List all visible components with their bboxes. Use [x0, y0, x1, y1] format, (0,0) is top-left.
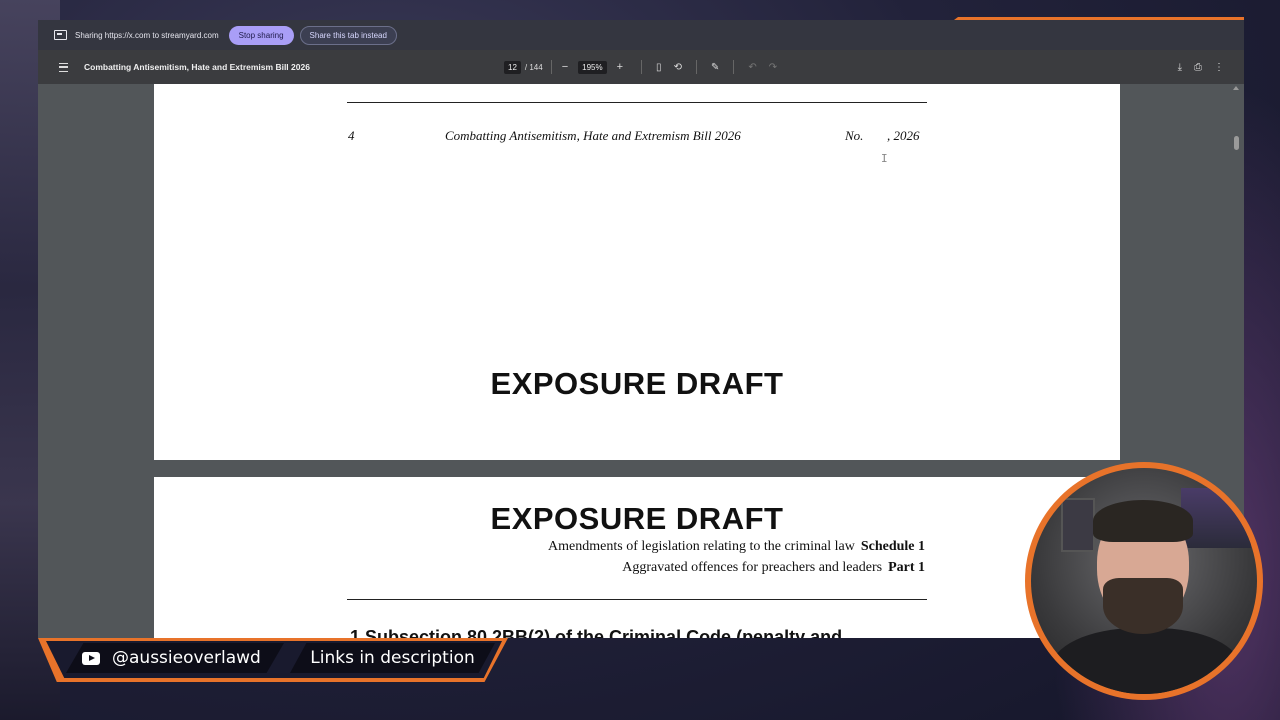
- zoom-level-input[interactable]: 195%: [578, 60, 607, 74]
- webcam-feed: [1031, 468, 1257, 694]
- menu-icon[interactable]: [59, 62, 68, 72]
- download-icon[interactable]: ⤓: [1178, 62, 1182, 73]
- zoom-in-button[interactable]: +: [617, 61, 623, 73]
- header-bill-title: Combatting Antisemitism, Hate and Extrem…: [445, 128, 741, 143]
- links-text: Links in description: [310, 648, 475, 668]
- zoom-out-button[interactable]: −: [562, 61, 568, 73]
- presenter-shirt: [1051, 628, 1241, 694]
- social-handle-banner: @aussieoverlawd: [66, 643, 284, 673]
- header-rule: [347, 102, 927, 103]
- toolbar-divider: [641, 60, 643, 74]
- pdf-page: 4 Combatting Antisemitism, Hate and Extr…: [154, 84, 1120, 460]
- schedule-label: Schedule 1: [860, 539, 925, 554]
- presenter-hair: [1093, 500, 1193, 542]
- redo-icon[interactable]: ↷: [769, 62, 777, 73]
- exposure-draft-watermark: EXPOSURE DRAFT: [490, 501, 784, 536]
- header-bill-year: , 2026: [887, 128, 920, 143]
- page-total: / 144: [524, 62, 543, 72]
- document-title: Combatting Antisemitism, Hate and Extrem…: [84, 62, 310, 72]
- header-bill-no: No.: [845, 128, 864, 143]
- toolbar-divider: [695, 60, 697, 74]
- links-banner: Links in description: [290, 643, 495, 673]
- share-this-tab-button[interactable]: Share this tab instead: [299, 25, 397, 45]
- exposure-draft-watermark: EXPOSURE DRAFT: [490, 366, 784, 401]
- part-header-line: Aggravated offences for preachers and le…: [622, 560, 925, 576]
- header-rule: [347, 599, 927, 600]
- more-options-icon[interactable]: ⋮: [1214, 62, 1224, 73]
- undo-icon[interactable]: ↶: [748, 62, 756, 73]
- section-heading: 1 Subsection 80.2BB(2) of the Criminal C…: [350, 627, 843, 638]
- channel-handle: @aussieoverlawd: [112, 648, 261, 668]
- presenter-beard: [1103, 578, 1183, 634]
- toolbar-divider: [550, 60, 552, 74]
- part-label: Part 1: [888, 560, 925, 575]
- stop-sharing-button[interactable]: Stop sharing: [228, 25, 294, 45]
- sharing-status-text: Sharing https://x.com to streamyard.com: [75, 30, 219, 40]
- screen-share-icon: [54, 30, 67, 40]
- toolbar-right-actions: ⤓ ⎙ ⋮: [1172, 62, 1230, 73]
- toolbar-divider: [733, 60, 735, 74]
- fit-page-icon[interactable]: ▯: [656, 62, 662, 73]
- screen-share-bar: Sharing https://x.com to streamyard.com …: [38, 20, 1244, 50]
- part-header-text: Aggravated offences for preachers and le…: [622, 560, 883, 575]
- text-cursor-icon: I: [881, 152, 888, 165]
- rotate-icon[interactable]: ⟲: [674, 62, 682, 73]
- annotate-pen-icon[interactable]: ✎: [711, 62, 719, 73]
- print-icon[interactable]: ⎙: [1194, 62, 1202, 73]
- scroll-up-arrow-icon[interactable]: [1233, 86, 1239, 90]
- pdf-toolbar: Combatting Antisemitism, Hate and Extrem…: [38, 50, 1244, 84]
- schedule-header-line: Amendments of legislation relating to th…: [548, 539, 925, 555]
- scroll-thumb[interactable]: [1234, 136, 1239, 150]
- youtube-icon: [82, 651, 100, 665]
- pdf-page: EXPOSURE DRAFT Amendments of legislation…: [154, 477, 1120, 638]
- page-number-input[interactable]: 12: [504, 60, 521, 74]
- background-poster: [1061, 498, 1095, 552]
- schedule-header-text: Amendments of legislation relating to th…: [548, 539, 855, 554]
- header-page-number: 4: [348, 128, 355, 143]
